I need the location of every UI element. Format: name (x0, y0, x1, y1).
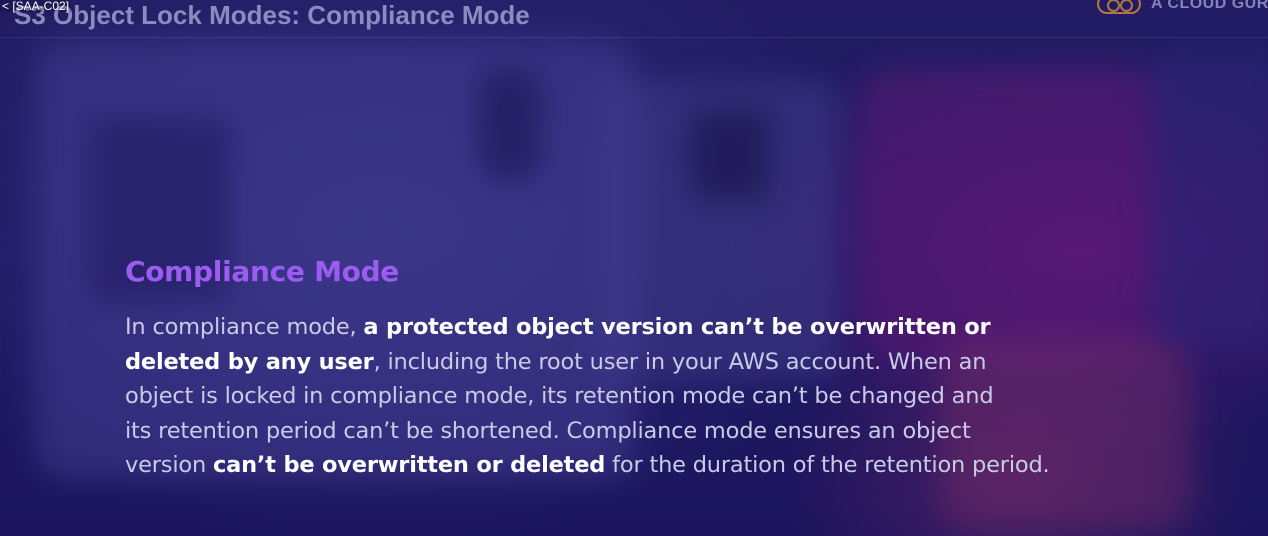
body-line: In compliance mode, a protected object v… (125, 310, 1225, 345)
brand: A CLOUD GUR (1097, 0, 1268, 14)
bold-text: can’t be overwritten or deleted (212, 452, 606, 478)
slide-content: Compliance Mode In compliance mode, a pr… (125, 254, 1225, 483)
body-text-run: , including the root user in your AWS ac… (373, 348, 987, 375)
body-text-run: object is locked in compliance mode, its… (125, 383, 994, 409)
bold-text: deleted by any user (125, 348, 374, 375)
body-text-run: for the duration of the retention period… (605, 452, 1050, 478)
section-heading: Compliance Mode (125, 255, 399, 288)
body-paragraph: In compliance mode, a protected object v… (125, 310, 1225, 483)
bold-text: a protected object version can’t be over… (363, 314, 991, 340)
body-text-run: its retention period can’t be shortened.… (125, 417, 971, 444)
body-line: deleted by any user, including the root … (125, 345, 1225, 380)
slide-header: S3 Object Lock Modes: Compliance Mode < … (0, 0, 1268, 38)
body-line: object is locked in compliance mode, its… (125, 379, 1225, 414)
acg-logo-icon (1097, 0, 1141, 14)
body-text-run: version (125, 452, 213, 478)
brand-name: A CLOUD GUR (1151, 0, 1268, 12)
slide-title: S3 Object Lock Modes: Compliance Mode (14, 0, 530, 30)
window-caption: < [SAA-C02] (0, 0, 72, 13)
body-line: version can’t be overwritten or deleted … (125, 448, 1225, 483)
body-text-run: In compliance mode, (125, 314, 364, 340)
body-line: its retention period can’t be shortened.… (125, 414, 1225, 449)
